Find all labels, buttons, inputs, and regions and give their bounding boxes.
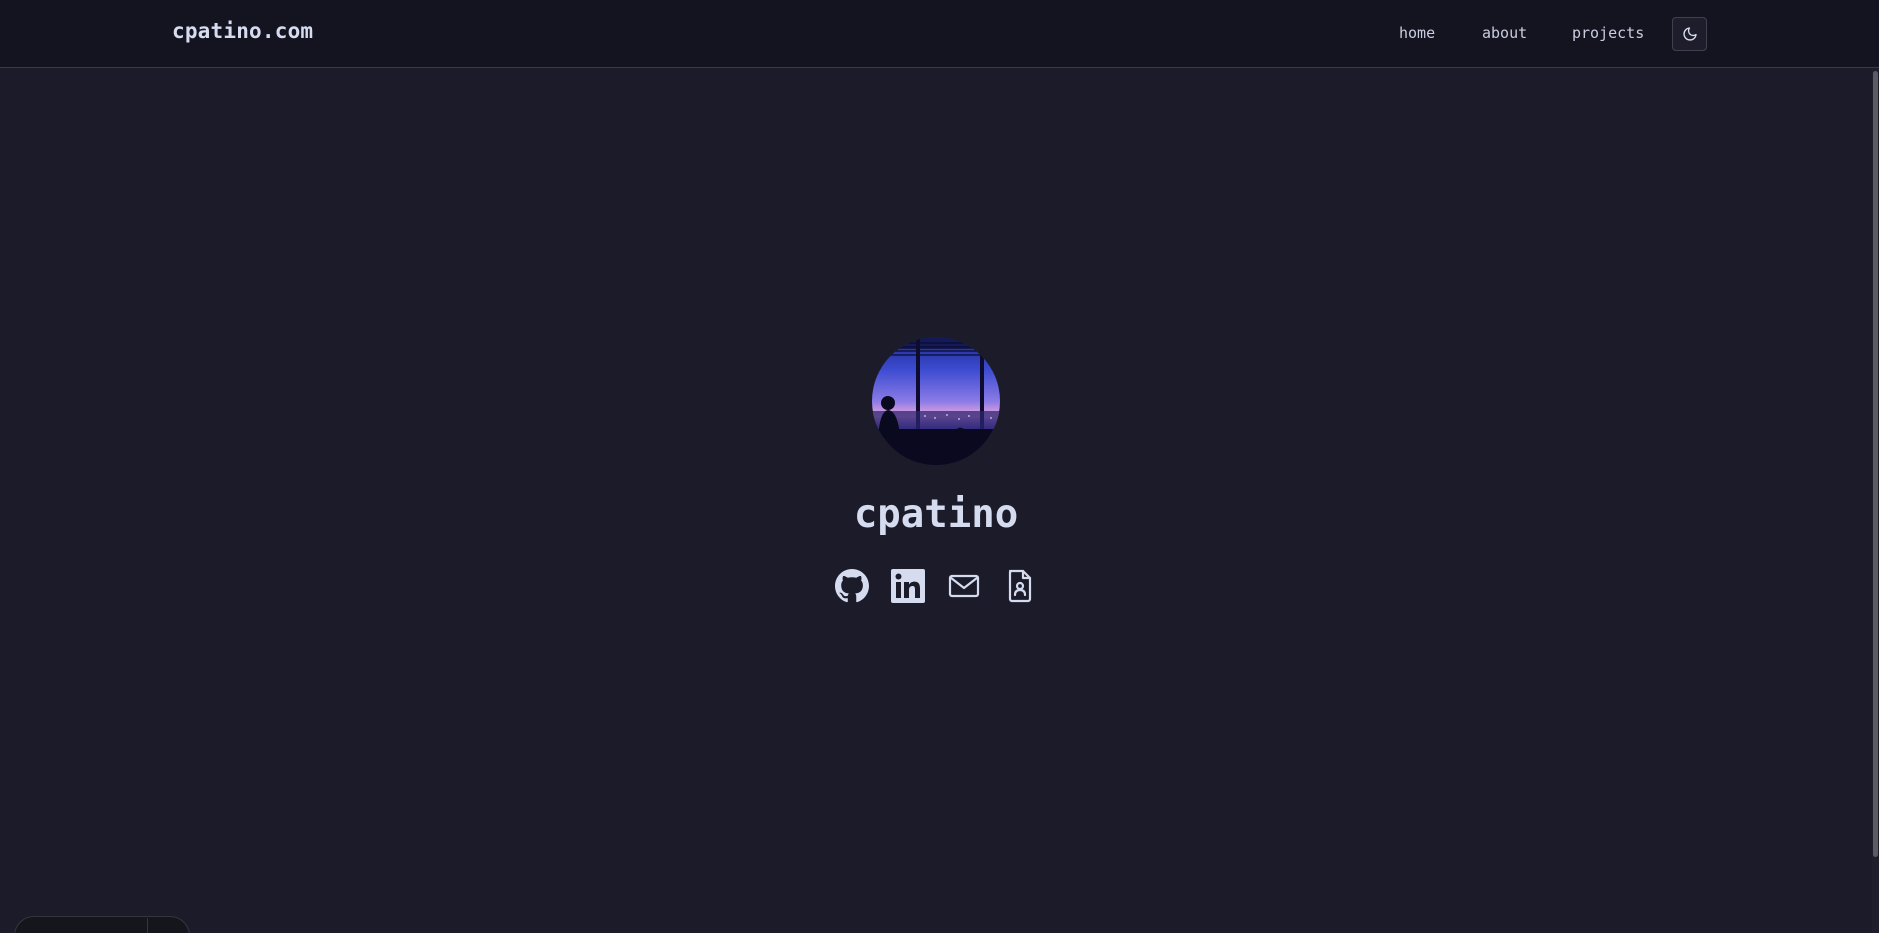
mail-icon xyxy=(948,574,980,598)
avatar xyxy=(872,337,1000,465)
linkedin-icon xyxy=(891,569,925,603)
resume-icon xyxy=(1008,569,1032,603)
nav-projects-link[interactable]: projects xyxy=(1572,24,1644,42)
nav-home-link[interactable]: home xyxy=(1399,24,1435,42)
site-brand-link[interactable]: cpatino.com xyxy=(172,19,313,43)
dev-toolbar[interactable] xyxy=(14,916,190,933)
page: cpatino.com home about projects cpatino xyxy=(0,0,1879,933)
dev-toolbar-divider xyxy=(147,918,148,933)
moon-icon xyxy=(1682,27,1697,41)
github-link[interactable] xyxy=(834,568,870,604)
theme-toggle-button[interactable] xyxy=(1672,17,1707,51)
resume-link[interactable] xyxy=(1002,568,1038,604)
profile-name: cpatino xyxy=(853,492,1019,537)
github-icon xyxy=(835,569,869,603)
linkedin-link[interactable] xyxy=(890,568,926,604)
scrollbar-thumb[interactable] xyxy=(1873,71,1878,857)
nav-about-link[interactable]: about xyxy=(1482,24,1527,42)
top-navbar: cpatino.com home about projects xyxy=(0,0,1879,68)
email-link[interactable] xyxy=(946,568,982,604)
